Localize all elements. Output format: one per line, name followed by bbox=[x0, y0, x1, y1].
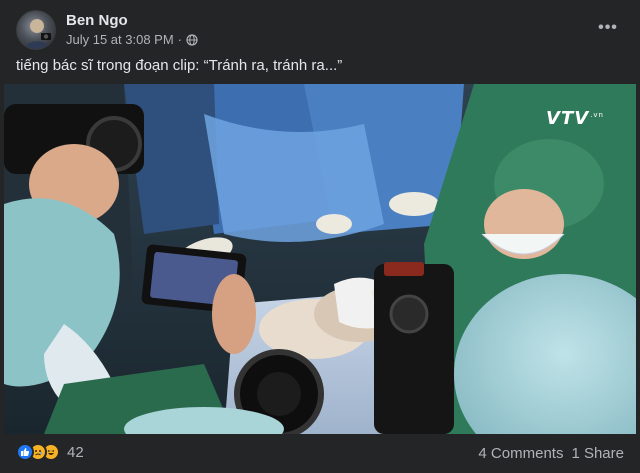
facebook-post: Ben Ngo July 15 at 3:08 PM · ••• tiếng b… bbox=[0, 0, 640, 473]
like-icon bbox=[16, 443, 34, 461]
author-name[interactable]: Ben Ngo bbox=[66, 12, 128, 29]
vtv-logo-suffix: .vn bbox=[590, 111, 604, 119]
post-caption: tiếng bác sĩ trong đoạn clip: “Tránh ra,… bbox=[16, 57, 343, 74]
vtv-logo: VTV.vn bbox=[546, 108, 604, 129]
video-frame-image bbox=[4, 84, 636, 434]
shares-count-link[interactable]: 1 Share bbox=[571, 445, 624, 462]
post-header: Ben Ngo July 15 at 3:08 PM · ••• bbox=[16, 10, 624, 50]
more-options-button[interactable]: ••• bbox=[592, 14, 624, 42]
comments-count-link[interactable]: 4 Comments bbox=[478, 445, 563, 462]
post-video[interactable]: VTV.vn bbox=[4, 84, 636, 434]
post-timestamp[interactable]: July 15 at 3:08 PM bbox=[66, 32, 174, 47]
globe-icon[interactable] bbox=[186, 33, 198, 46]
more-options-icon: ••• bbox=[598, 19, 618, 36]
post-meta: July 15 at 3:08 PM · bbox=[66, 32, 198, 47]
avatar-image bbox=[23, 19, 51, 49]
post-footer: 42 4 Comments 1 Share bbox=[16, 440, 624, 466]
engagement-counts: 4 Comments 1 Share bbox=[478, 445, 624, 462]
meta-separator: · bbox=[177, 32, 183, 47]
vtv-logo-text: VTV bbox=[546, 108, 590, 129]
author-avatar[interactable] bbox=[16, 10, 56, 50]
reaction-summary[interactable]: 42 bbox=[16, 443, 84, 461]
reaction-count: 42 bbox=[67, 443, 84, 461]
